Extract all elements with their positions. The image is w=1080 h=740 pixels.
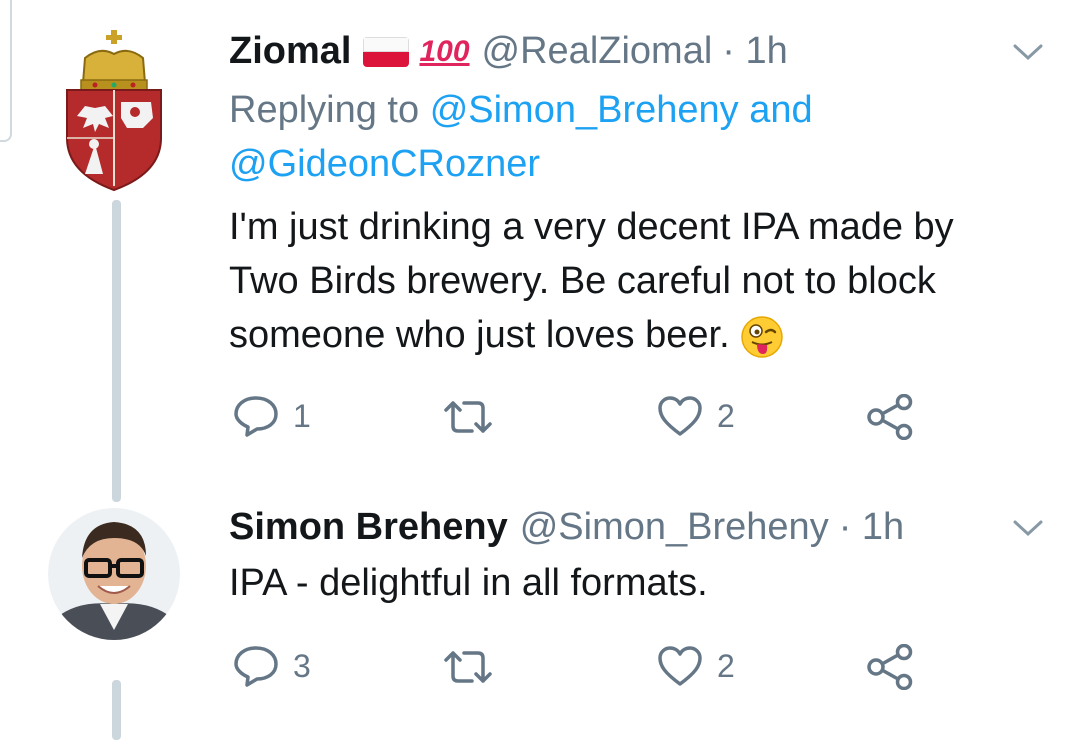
tweet-text-line: Two Birds brewery. Be careful not to blo… [229,260,936,302]
reply-icon [234,646,278,687]
mention-gideon[interactable]: @GideonCRozner [229,143,540,185]
timestamp[interactable]: · 1h [722,30,787,73]
coat-of-arms-icon [66,30,162,192]
reply-icon [234,396,278,437]
reply-count: 3 [293,647,311,684]
chevron-down-icon[interactable] [1012,518,1044,538]
tweet-text-line: I'm just drinking a very decent IPA made… [229,206,954,248]
retweet-icon [444,651,492,683]
like-count: 2 [717,397,735,434]
tweet-text-line: IPA - delightful in all formats. [229,562,708,604]
replying-and[interactable]: and [749,89,812,131]
hundred-points-icon: 100 [419,34,470,68]
display-name[interactable]: Simon Breheny [229,506,508,549]
retweet-icon [444,401,492,433]
mention-simon[interactable]: @Simon_Breheny [430,89,739,131]
like-count: 2 [717,647,735,684]
chevron-down-icon[interactable] [1012,42,1044,62]
share-icon [867,644,913,690]
share-icon [867,394,913,440]
replying-label: Replying to [229,89,420,131]
reply-button[interactable]: 1 [233,395,311,437]
avatar-ziomal[interactable] [55,28,175,193]
heart-icon [658,646,702,686]
heart-icon [658,396,702,436]
tweet-header: Simon Breheny @Simon_Breheny · 1h [229,506,904,549]
profile-photo-icon [48,508,180,640]
share-button[interactable] [866,644,914,690]
panel-edge [0,0,12,142]
timestamp[interactable]: · 1h [839,506,904,549]
tweet-header: Ziomal 100 @RealZiomal · 1h [229,30,788,73]
replying-to: Replying to @Simon_Breheny and [229,84,813,136]
poland-flag-icon [363,36,410,67]
username[interactable]: @RealZiomal [482,30,713,73]
like-button[interactable]: 2 [657,645,735,687]
thread-connector-line [112,200,121,502]
username[interactable]: @Simon_Breheny [520,506,829,549]
tweet-text: I'm just drinking a very decent IPA made… [229,200,954,362]
avatar-simon-breheny[interactable] [48,508,180,640]
share-button[interactable] [866,394,914,440]
reply-count: 1 [293,397,311,434]
like-button[interactable]: 2 [657,395,735,437]
reply-button[interactable]: 3 [233,645,311,687]
winking-face-with-tongue-icon [740,316,783,358]
tweet-text-line: someone who just loves beer. [229,314,730,356]
retweet-button[interactable] [442,648,508,686]
tweet-text: IPA - delightful in all formats. [229,556,708,610]
thread-connector-line [112,680,121,740]
display-name[interactable]: Ziomal [229,30,351,73]
retweet-button[interactable] [442,398,508,436]
